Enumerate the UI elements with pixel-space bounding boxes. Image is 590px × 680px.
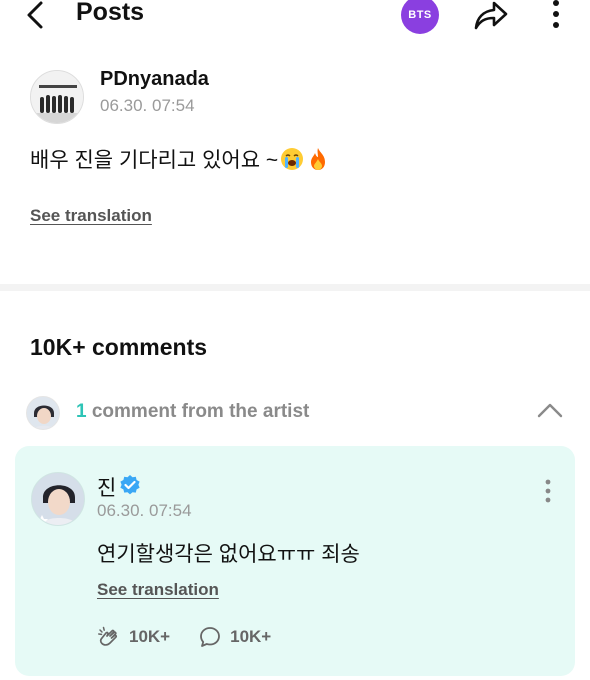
reply-count: 10K+ <box>230 627 272 646</box>
artist-comment-label-text: comment from the artist <box>91 401 310 422</box>
comment-timestamp: 06.30. 07:54 <box>97 501 192 520</box>
see-translation-link[interactable]: See translation <box>30 206 152 226</box>
comment-see-translation-link[interactable]: See translation <box>97 580 219 600</box>
artist-comments-toggle[interactable]: 1 comment from the artist <box>26 394 566 430</box>
commenter-avatar[interactable] <box>31 472 85 526</box>
commenter-name[interactable]: 진 <box>97 472 116 502</box>
comments-count-heading: 10K+ comments <box>30 334 208 360</box>
post-author-name[interactable]: PDnyanada <box>100 68 209 91</box>
speech-bubble-icon <box>200 627 221 647</box>
share-icon[interactable] <box>473 0 509 33</box>
artist-comment-count: 1 <box>76 401 87 422</box>
comment-body: 연기할생각은 없어요ㅠㅠ 죄송 <box>97 543 360 566</box>
like-button[interactable]: 10K+ <box>97 625 170 649</box>
fire-icon <box>311 148 326 170</box>
comment-more-options-icon[interactable] <box>540 478 556 506</box>
reply-button[interactable]: 10K+ <box>198 625 271 649</box>
artist-comments-label: 1 comment from the artist <box>76 401 309 423</box>
post-body-text: 배우 진을 기다리고 있어요 ~ <box>30 149 279 172</box>
post-timestamp: 06.30. 07:54 <box>100 96 195 115</box>
post-body: 배우 진을 기다리고 있어요 ~ <box>30 144 330 174</box>
artist-avatar <box>26 396 60 430</box>
album-cover-thumbnail <box>31 71 83 123</box>
page-title: Posts <box>76 0 145 26</box>
artist-comment-card: 진 06.30. 07:54 연기할생각은 없어요ㅠㅠ 죄송 See trans… <box>15 446 575 676</box>
back-arrow-icon[interactable] <box>22 0 50 30</box>
comment-actions: 10K+ 10K+ <box>97 624 299 650</box>
loudly-crying-face-icon <box>281 148 304 170</box>
section-divider <box>0 284 590 291</box>
chevron-up-icon[interactable] <box>536 400 564 420</box>
like-count: 10K+ <box>129 627 171 646</box>
top-bar: Posts BTS <box>0 0 590 34</box>
post-author-avatar[interactable] <box>30 70 84 124</box>
community-badge[interactable]: BTS <box>401 0 439 34</box>
verified-badge-icon <box>120 475 140 495</box>
cheer-hand-icon <box>98 626 117 646</box>
more-options-icon[interactable] <box>546 0 566 32</box>
